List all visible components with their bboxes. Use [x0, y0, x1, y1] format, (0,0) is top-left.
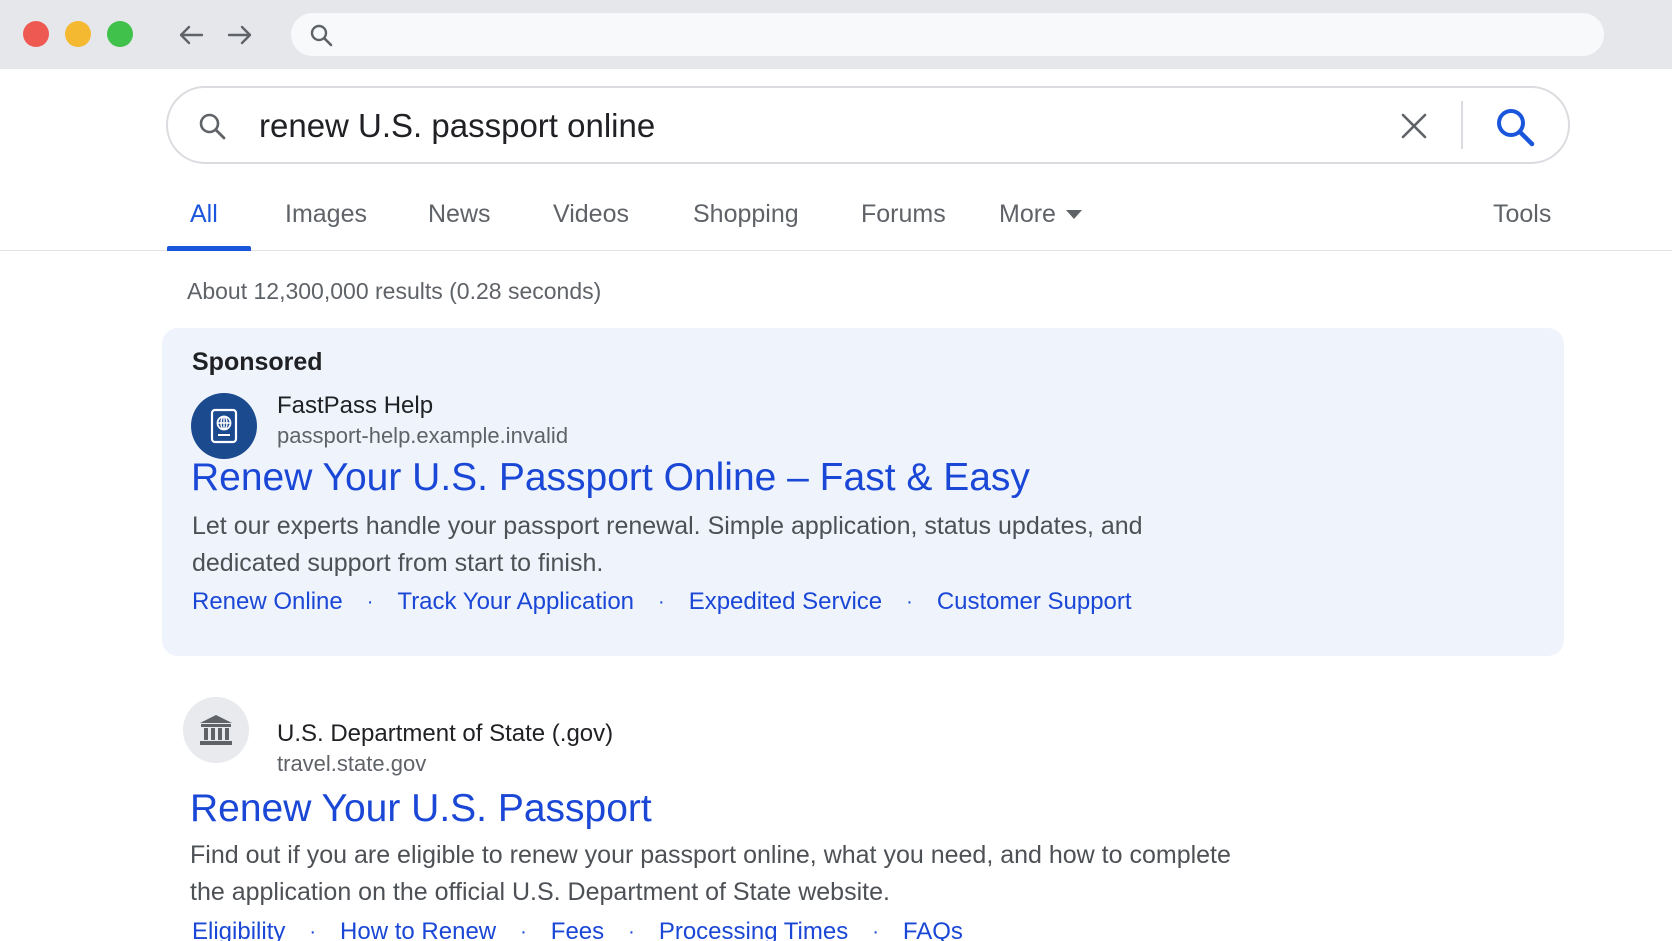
tab-more-label: More — [999, 200, 1056, 228]
search-results-page: renew U.S. passport online All Images Ne… — [0, 69, 1672, 941]
forward-button[interactable] — [225, 20, 255, 50]
sitelink-eligibility[interactable]: Eligibility — [192, 917, 285, 941]
active-tab-indicator — [167, 246, 251, 251]
organic-title-link[interactable]: Renew Your U.S. Passport — [190, 786, 652, 832]
sponsored-label: Sponsored — [192, 348, 323, 376]
organic-result: U.S. Department of State (.gov) travel.s… — [162, 679, 1564, 941]
tab-videos[interactable]: Videos — [553, 199, 629, 229]
sitelink-separator: · — [872, 921, 879, 941]
window-maximize-button[interactable] — [107, 21, 133, 47]
window-minimize-button[interactable] — [65, 21, 91, 47]
result-stats: About 12,300,000 results (0.28 seconds) — [187, 278, 602, 304]
back-button[interactable] — [176, 20, 206, 50]
organic-site-url[interactable]: travel.state.gov — [277, 751, 426, 777]
ad-snippet-line: Let our experts handle your passport ren… — [192, 512, 1143, 540]
browser-toolbar — [0, 0, 1672, 69]
window-close-button[interactable] — [23, 21, 49, 47]
site-favicon — [191, 393, 257, 459]
sitelink-separator: · — [309, 921, 317, 941]
ad-snippet: Let our experts handle your passport ren… — [192, 508, 1272, 582]
sitelink-separator: · — [658, 591, 665, 613]
sitelink-how-to-renew[interactable]: How to Renew — [340, 917, 496, 941]
search-query-input[interactable]: renew U.S. passport online — [259, 106, 655, 146]
tab-news[interactable]: News — [428, 199, 491, 229]
organic-snippet-line: the application on the official U.S. Dep… — [190, 878, 890, 906]
sitelink-separator: · — [366, 591, 374, 613]
sitelink-separator: · — [906, 591, 913, 613]
search-box-divider — [1461, 101, 1463, 149]
address-bar[interactable] — [291, 13, 1604, 56]
close-icon — [1401, 113, 1427, 139]
sitelink-separator: · — [628, 921, 635, 941]
caret-down-icon — [1065, 210, 1082, 219]
ad-site-url[interactable]: passport-help.example.invalid — [277, 423, 568, 449]
tab-shopping[interactable]: Shopping — [693, 199, 799, 229]
tools-button[interactable]: Tools — [1493, 199, 1551, 229]
sitelink-track-application[interactable]: Track Your Application — [397, 587, 634, 617]
organic-site-name[interactable]: U.S. Department of State (.gov) — [277, 720, 613, 748]
sitelink-faqs[interactable]: FAQs — [903, 917, 963, 941]
tab-all[interactable]: All — [190, 199, 218, 229]
sitelink-expedited-service[interactable]: Expedited Service — [689, 587, 882, 617]
search-icon — [199, 113, 226, 140]
search-tabs: All Images News Videos Shopping Forums M… — [0, 187, 1672, 251]
tab-more[interactable]: More — [999, 199, 1082, 229]
tab-images[interactable]: Images — [285, 199, 367, 229]
sitelink-separator: · — [520, 921, 527, 941]
ad-sitelinks: Renew Online · Track Your Application · … — [192, 587, 1132, 617]
ad-site-name[interactable]: FastPass Help — [277, 392, 433, 420]
arrow-left-icon — [179, 25, 204, 45]
sitelink-fees[interactable]: Fees — [551, 917, 604, 941]
ad-snippet-line: dedicated support from start to finish. — [192, 549, 604, 577]
search-icon — [310, 24, 333, 47]
sitelink-renew-online[interactable]: Renew Online — [192, 587, 343, 617]
sponsored-result: Sponsored FastPass Help passport-help.ex… — [162, 328, 1564, 656]
site-favicon — [183, 697, 249, 763]
organic-snippet: Find out if you are eligible to renew yo… — [190, 837, 1340, 911]
organic-sitelinks: Eligibility · How to Renew · Fees · Proc… — [192, 917, 963, 941]
sitelink-processing-times[interactable]: Processing Times — [659, 917, 848, 941]
search-box[interactable]: renew U.S. passport online — [166, 86, 1570, 164]
search-submit-button[interactable] — [1490, 102, 1540, 152]
search-icon — [1497, 109, 1535, 147]
clear-search-button[interactable] — [1396, 108, 1432, 144]
arrow-right-icon — [227, 25, 252, 45]
organic-snippet-line: Find out if you are eligible to renew yo… — [190, 841, 1231, 869]
ad-title-link[interactable]: Renew Your U.S. Passport Online – Fast &… — [191, 455, 1030, 501]
government-building-icon — [200, 715, 232, 745]
sitelink-customer-support[interactable]: Customer Support — [937, 587, 1132, 617]
passport-icon — [210, 408, 238, 444]
tab-forums[interactable]: Forums — [861, 199, 946, 229]
